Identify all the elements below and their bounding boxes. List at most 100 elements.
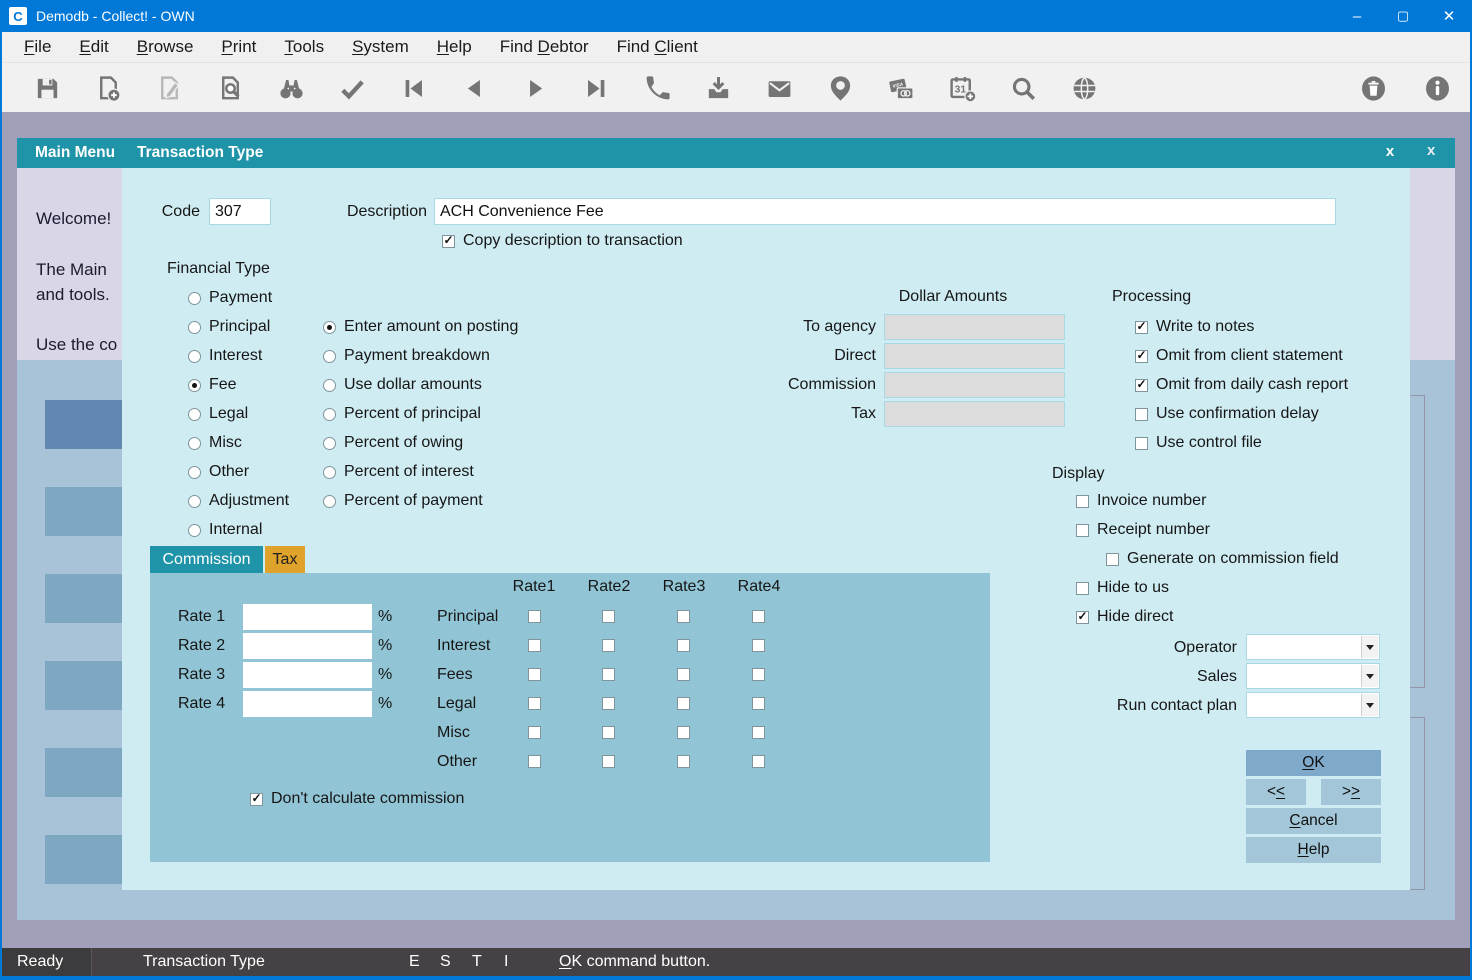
control-file-checkbox[interactable]: Use control file xyxy=(1135,430,1262,456)
menu-help[interactable]: Help xyxy=(437,37,472,57)
other-rate3-checkbox[interactable] xyxy=(677,755,690,768)
misc-rate3-checkbox[interactable] xyxy=(677,726,690,739)
last-record-button[interactable] xyxy=(566,63,627,113)
confirmation-delay-checkbox[interactable]: Use confirmation delay xyxy=(1135,401,1319,427)
omit-daily-cash-checkbox[interactable]: Omit from daily cash report xyxy=(1135,372,1348,398)
interest-rate3-checkbox[interactable] xyxy=(677,639,690,652)
cancel-button[interactable]: Cancel xyxy=(1246,808,1381,834)
operator-dropdown[interactable] xyxy=(1246,634,1380,660)
edit-record-button[interactable] xyxy=(139,63,200,113)
save-button[interactable] xyxy=(17,63,78,113)
web-button[interactable] xyxy=(1054,63,1115,113)
interest-rate2-checkbox[interactable] xyxy=(602,639,615,652)
menu-print[interactable]: Print xyxy=(221,37,256,57)
minimize-button[interactable]: – xyxy=(1334,0,1380,32)
radio-fee[interactable]: Fee xyxy=(188,372,237,398)
preview-record-button[interactable] xyxy=(200,63,261,113)
chevron-down-icon[interactable] xyxy=(1361,636,1378,658)
legal-rate1-checkbox[interactable] xyxy=(528,697,541,710)
new-record-button[interactable] xyxy=(78,63,139,113)
radio-percent-of-interest[interactable]: Percent of interest xyxy=(323,459,474,485)
tab-commission[interactable]: Commission xyxy=(150,546,263,573)
omit-client-statement-checkbox[interactable]: Omit from client statement xyxy=(1135,343,1343,369)
copy-description-checkbox[interactable]: Copy description to transaction xyxy=(442,228,683,254)
find-record-button[interactable] xyxy=(261,63,322,113)
confirm-button[interactable] xyxy=(322,63,383,113)
hide-direct-checkbox[interactable]: Hide direct xyxy=(1076,604,1173,630)
run-contact-plan-dropdown[interactable] xyxy=(1246,692,1380,718)
code-input[interactable] xyxy=(209,198,271,225)
chevron-down-icon[interactable] xyxy=(1361,665,1378,687)
menu-find-client[interactable]: Find Client xyxy=(617,37,698,57)
radio-principal[interactable]: Principal xyxy=(188,314,270,340)
principal-rate4-checkbox[interactable] xyxy=(752,610,765,623)
legal-rate2-checkbox[interactable] xyxy=(602,697,615,710)
principal-rate3-checkbox[interactable] xyxy=(677,610,690,623)
radio-use-dollar-amounts[interactable]: Use dollar amounts xyxy=(323,372,482,398)
radio-percent-of-owing[interactable]: Percent of owing xyxy=(323,430,463,456)
menu-browse[interactable]: Browse xyxy=(137,37,194,57)
fees-rate1-checkbox[interactable] xyxy=(528,668,541,681)
menu-file[interactable]: File xyxy=(24,37,51,57)
misc-rate1-checkbox[interactable] xyxy=(528,726,541,739)
delete-button[interactable] xyxy=(1341,63,1405,113)
radio-legal[interactable]: Legal xyxy=(188,401,248,427)
email-button[interactable] xyxy=(749,63,810,113)
radio-percent-of-principal[interactable]: Percent of principal xyxy=(323,401,481,427)
first-record-button[interactable] xyxy=(383,63,444,113)
tab-tax[interactable]: Tax xyxy=(265,546,305,573)
close-button[interactable]: ✕ xyxy=(1426,0,1472,32)
chevron-down-icon[interactable] xyxy=(1361,694,1378,716)
radio-other[interactable]: Other xyxy=(188,459,249,485)
write-to-notes-checkbox[interactable]: Write to notes xyxy=(1135,314,1254,340)
principal-rate2-checkbox[interactable] xyxy=(602,610,615,623)
menu-tools[interactable]: Tools xyxy=(284,37,324,57)
next-button[interactable]: > > xyxy=(1321,779,1381,805)
radio-adjustment[interactable]: Adjustment xyxy=(188,488,289,514)
other-rate2-checkbox[interactable] xyxy=(602,755,615,768)
radio-enter-amount-on-posting[interactable]: Enter amount on posting xyxy=(323,314,518,340)
ok-button[interactable]: OK xyxy=(1246,750,1381,776)
fees-rate3-checkbox[interactable] xyxy=(677,668,690,681)
payment-button[interactable]: VISA xyxy=(871,63,932,113)
misc-rate2-checkbox[interactable] xyxy=(602,726,615,739)
info-button[interactable] xyxy=(1405,63,1469,113)
previous-record-button[interactable] xyxy=(444,63,505,113)
radio-payment-breakdown[interactable]: Payment breakdown xyxy=(323,343,490,369)
letter-button[interactable] xyxy=(810,63,871,113)
legal-rate3-checkbox[interactable] xyxy=(677,697,690,710)
generate-on-commission-checkbox[interactable]: Generate on commission field xyxy=(1106,546,1339,572)
radio-interest[interactable]: Interest xyxy=(188,343,262,369)
help-button[interactable]: Help xyxy=(1246,837,1381,863)
misc-rate4-checkbox[interactable] xyxy=(752,726,765,739)
other-rate4-checkbox[interactable] xyxy=(752,755,765,768)
radio-misc[interactable]: Misc xyxy=(188,430,242,456)
principal-rate1-checkbox[interactable] xyxy=(528,610,541,623)
legal-rate4-checkbox[interactable] xyxy=(752,697,765,710)
fees-rate2-checkbox[interactable] xyxy=(602,668,615,681)
radio-payment[interactable]: Payment xyxy=(188,285,272,311)
receipt-number-checkbox[interactable]: Receipt number xyxy=(1076,517,1210,543)
sales-dropdown[interactable] xyxy=(1246,663,1380,689)
hide-to-us-checkbox[interactable]: Hide to us xyxy=(1076,575,1169,601)
menu-find-debtor[interactable]: Find Debtor xyxy=(500,37,589,57)
next-record-button[interactable] xyxy=(505,63,566,113)
menu-edit[interactable]: Edit xyxy=(79,37,108,57)
fees-rate4-checkbox[interactable] xyxy=(752,668,765,681)
maximize-button[interactable]: ▢ xyxy=(1380,0,1426,32)
radio-percent-of-payment[interactable]: Percent of payment xyxy=(323,488,483,514)
phone-button[interactable] xyxy=(627,63,688,113)
dont-calculate-commission-checkbox[interactable]: Don't calculate commission xyxy=(250,786,464,812)
menu-system[interactable]: System xyxy=(352,37,409,57)
previous-button[interactable]: < < xyxy=(1246,779,1306,805)
dialog-close-icon[interactable]: x xyxy=(1378,143,1402,160)
description-input[interactable] xyxy=(434,198,1336,225)
radio-internal[interactable]: Internal xyxy=(188,517,262,543)
print-button[interactable] xyxy=(688,63,749,113)
main-menu-close-icon[interactable]: x xyxy=(1427,142,1435,159)
search-button[interactable] xyxy=(993,63,1054,113)
other-rate1-checkbox[interactable] xyxy=(528,755,541,768)
schedule-button[interactable]: 31 xyxy=(932,63,993,113)
interest-rate4-checkbox[interactable] xyxy=(752,639,765,652)
interest-rate1-checkbox[interactable] xyxy=(528,639,541,652)
